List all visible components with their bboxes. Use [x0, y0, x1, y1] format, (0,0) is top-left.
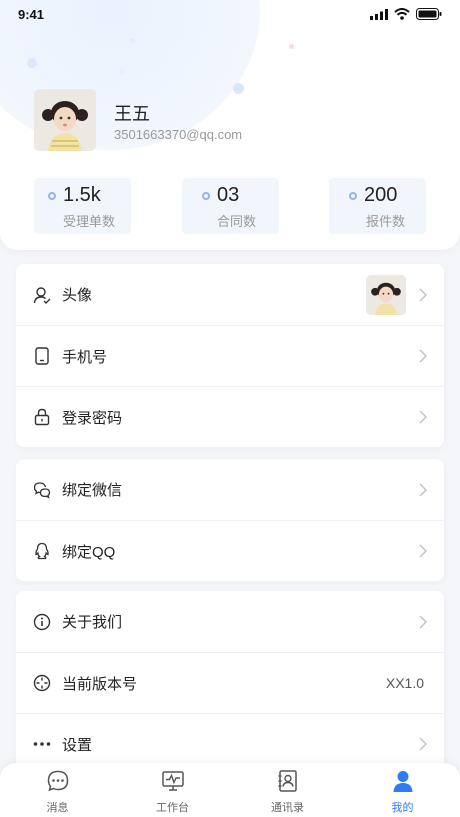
signal-icon — [370, 8, 388, 20]
user-email: 3501663370@qq.com — [114, 127, 243, 142]
menu-item-phone[interactable]: 手机号 — [16, 325, 444, 386]
version-value: XX1.0 — [385, 675, 424, 691]
tab-contacts[interactable]: 通讯录 — [230, 763, 345, 817]
chevron-right-icon — [419, 614, 428, 629]
menu-item-version: 当前版本号 XX1.0 — [16, 652, 444, 713]
chevron-right-icon — [419, 482, 428, 497]
chevron-right-icon — [419, 410, 428, 424]
tab-label: 工作台 — [156, 802, 189, 814]
stat-label: 受理单数 — [63, 214, 116, 229]
binding-card: 绑定微信 绑定QQ — [16, 459, 444, 581]
battery-icon — [416, 8, 442, 20]
tab-label: 通讯录 — [271, 802, 304, 814]
menu-item-avatar[interactable]: 头像 — [16, 264, 444, 325]
account-settings-card: 头像 手机号 登录密码 — [16, 264, 444, 447]
stats-row: 1.5k 受理单数 03 合同数 200 报件数 — [34, 178, 426, 234]
menu-item-about[interactable]: 关于我们 — [16, 591, 444, 652]
profile-header: 王五 3501663370@qq.com 1.5k 受理单数 03 合同数 20… — [0, 0, 460, 250]
stat-value: 1.5k — [63, 184, 101, 206]
bottom-tab-bar: 消息 工作台 通讯录 我的 — [0, 763, 460, 817]
dot-icon — [48, 192, 56, 200]
menu-item-label: 头像 — [62, 287, 93, 304]
stat-reports[interactable]: 200 报件数 — [329, 178, 426, 234]
menu-item-label: 关于我们 — [62, 614, 123, 631]
stat-orders[interactable]: 1.5k 受理单数 — [34, 178, 131, 234]
workbench-icon — [161, 771, 184, 791]
status-bar: 9:41 — [0, 0, 460, 30]
user-icon — [32, 285, 52, 305]
user-name: 王五 — [114, 104, 150, 124]
dot-icon — [202, 192, 210, 200]
decorative-dot — [27, 58, 37, 68]
menu-item-label: 绑定微信 — [62, 482, 123, 499]
avatar-thumbnail — [366, 274, 406, 315]
wifi-icon — [394, 8, 410, 20]
decorative-dot — [119, 68, 125, 74]
stat-value: 200 — [364, 184, 398, 206]
decorative-dot — [289, 44, 294, 49]
menu-item-label: 设置 — [62, 736, 93, 754]
tab-label: 我的 — [391, 802, 414, 814]
tab-messages[interactable]: 消息 — [0, 763, 115, 817]
more-dots-icon — [32, 734, 52, 754]
about-card: 关于我们 当前版本号 XX1.0 设置 — [16, 591, 444, 774]
stat-value: 03 — [217, 184, 240, 206]
menu-item-label: 绑定QQ — [62, 543, 116, 561]
qq-icon — [32, 541, 52, 561]
phone-icon — [32, 346, 52, 366]
message-icon — [47, 770, 68, 792]
menu-item-label: 手机号 — [62, 348, 108, 366]
decorative-dot — [233, 83, 244, 94]
stat-contracts[interactable]: 03 合同数 — [182, 178, 279, 234]
avatar[interactable] — [34, 89, 96, 151]
menu-item-bind-qq[interactable]: 绑定QQ — [16, 520, 444, 581]
tab-profile[interactable]: 我的 — [345, 763, 460, 817]
tab-label: 消息 — [46, 802, 69, 814]
wechat-icon — [32, 480, 52, 500]
lock-icon — [32, 407, 52, 427]
contacts-icon — [278, 770, 297, 792]
menu-item-bind-wechat[interactable]: 绑定微信 — [16, 459, 444, 520]
version-icon — [32, 673, 52, 693]
tab-workbench[interactable]: 工作台 — [115, 763, 230, 817]
chevron-right-icon — [419, 544, 428, 558]
dot-icon — [349, 192, 357, 200]
chevron-right-icon — [419, 349, 428, 363]
profile-icon — [393, 771, 412, 792]
menu-item-label: 当前版本号 — [62, 675, 138, 693]
chevron-right-icon — [419, 737, 428, 751]
info-icon — [32, 612, 52, 632]
chevron-right-icon — [419, 287, 428, 302]
decorative-dot — [130, 38, 135, 43]
stat-label: 合同数 — [217, 214, 257, 229]
menu-item-label: 登录密码 — [62, 409, 123, 427]
menu-item-password[interactable]: 登录密码 — [16, 386, 444, 447]
stat-label: 报件数 — [366, 214, 406, 229]
status-time: 9:41 — [18, 7, 45, 22]
